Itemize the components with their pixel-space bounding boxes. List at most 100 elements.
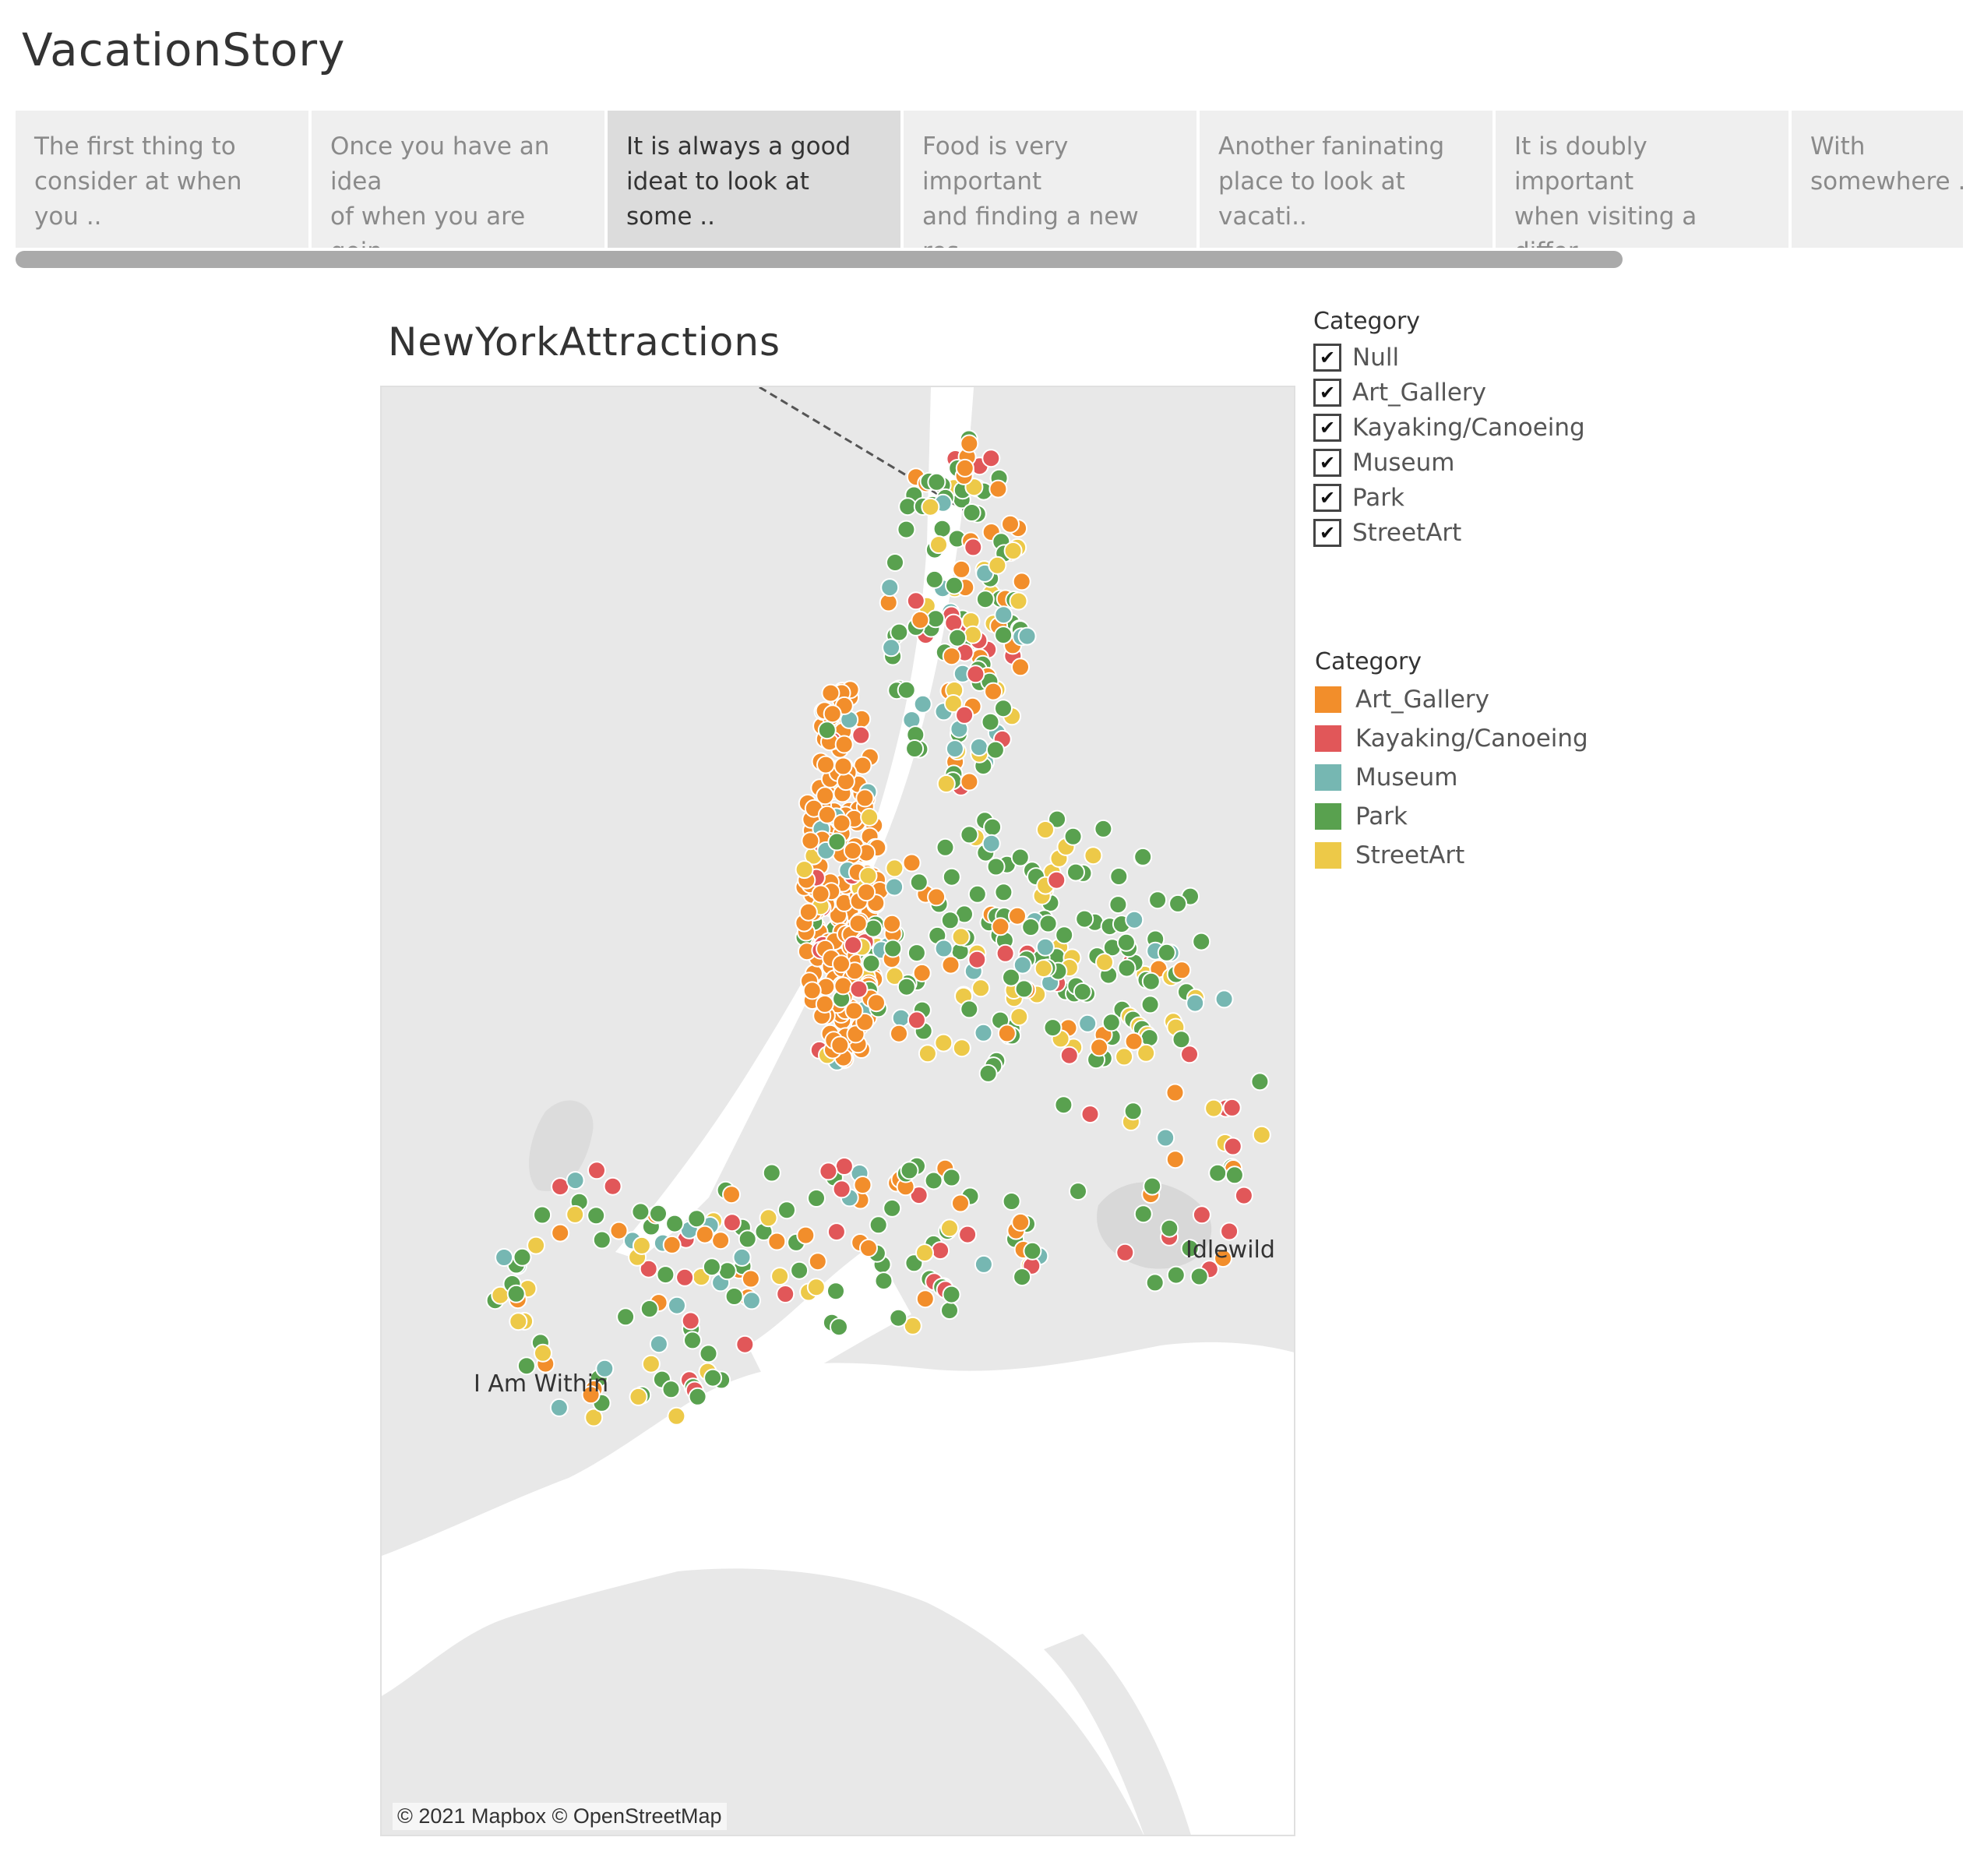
attraction-marker xyxy=(927,472,946,492)
filter-option-label: Museum xyxy=(1352,448,1455,477)
checkbox[interactable]: ✔ xyxy=(1313,413,1341,442)
legend-item-art-gallery[interactable]: Art_Gallery xyxy=(1315,680,1588,719)
story-points-navigator: The first thing to consider at when you … xyxy=(16,111,1963,248)
attraction-marker xyxy=(988,479,1008,499)
map-title: NewYorkAttractions xyxy=(388,319,781,365)
attraction-marker xyxy=(821,683,840,703)
attraction-marker xyxy=(1186,993,1205,1013)
legend-swatch xyxy=(1315,842,1341,869)
filter-option-art-gallery[interactable]: ✔ Art_Gallery xyxy=(1313,375,1585,410)
attraction-marker xyxy=(1084,846,1103,866)
attraction-marker xyxy=(890,1024,908,1043)
attraction-marker xyxy=(909,873,929,892)
filter-option-park[interactable]: ✔ Park xyxy=(1313,480,1585,515)
filter-option-label: StreetArt xyxy=(1352,518,1462,547)
attraction-marker xyxy=(1095,953,1114,972)
attraction-marker xyxy=(948,628,967,647)
filter-option-streetart[interactable]: ✔ StreetArt xyxy=(1313,515,1585,550)
attraction-marker xyxy=(770,1267,790,1286)
story-point-tab-6[interactable]: It is doubly important when visiting a d… xyxy=(1496,111,1788,248)
legend-item-streetart[interactable]: StreetArt xyxy=(1315,836,1588,875)
attraction-marker xyxy=(1023,1241,1042,1261)
attraction-marker xyxy=(907,1010,926,1030)
attraction-marker xyxy=(1038,914,1058,933)
story-point-tab-1[interactable]: The first thing to consider at when you … xyxy=(16,111,308,248)
attraction-marker xyxy=(902,853,922,873)
checkbox[interactable]: ✔ xyxy=(1313,378,1341,407)
attraction-marker xyxy=(1222,1098,1242,1117)
attraction-marker xyxy=(533,1205,552,1225)
attraction-marker xyxy=(616,1307,636,1327)
attraction-marker xyxy=(900,1161,919,1180)
attraction-marker xyxy=(629,1387,648,1406)
legend-swatch xyxy=(1315,725,1341,752)
attraction-marker xyxy=(1148,890,1168,910)
attraction-marker xyxy=(1109,867,1129,886)
attraction-marker xyxy=(722,1213,742,1232)
map-label-idlewild: Idlewild xyxy=(1186,1236,1275,1264)
attraction-marker xyxy=(925,570,944,589)
attraction-marker xyxy=(905,739,925,758)
attraction-marker xyxy=(1009,591,1028,611)
attraction-marker xyxy=(915,1289,935,1309)
attraction-marker xyxy=(1252,1125,1271,1144)
legend-item-museum[interactable]: Museum xyxy=(1315,758,1588,797)
scrollbar-thumb[interactable] xyxy=(16,251,1623,268)
attraction-marker xyxy=(882,638,901,658)
legend-title: Category xyxy=(1315,648,1422,675)
map-attribution: © 2021 Mapbox © OpenStreetMap xyxy=(393,1803,727,1830)
attraction-marker xyxy=(802,981,822,1000)
attractions-map[interactable]: Idlewild I Am Within © 2021 Mapbox © Ope… xyxy=(380,386,1295,1836)
attraction-marker xyxy=(967,950,987,969)
attraction-marker xyxy=(844,936,863,954)
story-title: VacationStory xyxy=(22,23,346,76)
map-canvas[interactable] xyxy=(382,387,1295,1836)
story-point-tab-4[interactable]: Food is very important and finding a new… xyxy=(904,111,1196,248)
attraction-marker xyxy=(1165,1083,1185,1102)
attraction-marker xyxy=(967,884,987,904)
attraction-marker xyxy=(667,1406,686,1426)
attraction-marker xyxy=(897,680,916,700)
attraction-marker xyxy=(931,1241,950,1261)
attraction-marker xyxy=(857,883,876,902)
filter-option-museum[interactable]: ✔ Museum xyxy=(1313,445,1585,480)
story-scrollbar[interactable] xyxy=(16,251,1651,268)
story-point-tab-2[interactable]: Once you have an idea of when you are go… xyxy=(312,111,604,248)
attraction-marker xyxy=(815,994,834,1014)
attraction-marker xyxy=(662,1235,682,1254)
checkbox[interactable]: ✔ xyxy=(1313,483,1341,512)
attraction-marker xyxy=(1063,827,1083,846)
attraction-marker xyxy=(883,939,903,958)
attraction-marker xyxy=(958,1225,978,1244)
attraction-marker xyxy=(796,1225,816,1245)
attraction-marker xyxy=(952,559,971,579)
attraction-marker xyxy=(724,1287,744,1306)
attraction-marker xyxy=(549,1398,569,1417)
attraction-marker xyxy=(1101,1013,1121,1032)
story-point-tab-7[interactable]: With somewhere .. xyxy=(1792,111,1963,248)
checkbox[interactable]: ✔ xyxy=(1313,518,1341,547)
attraction-marker xyxy=(509,1312,528,1331)
attraction-marker xyxy=(1069,1182,1087,1201)
attraction-marker xyxy=(984,682,1003,701)
attraction-marker xyxy=(1140,1028,1159,1048)
story-point-caption: The first thing to consider at when you … xyxy=(34,132,242,231)
legend-item-kayaking-canoeing[interactable]: Kayaking/Canoeing xyxy=(1315,719,1588,758)
story-point-tab-5[interactable]: Another faninating place to look at vaca… xyxy=(1200,111,1492,248)
attraction-marker xyxy=(983,817,1003,837)
attraction-marker xyxy=(641,1354,661,1374)
attraction-marker xyxy=(1108,895,1128,915)
legend-item-park[interactable]: Park xyxy=(1315,797,1588,836)
attraction-marker xyxy=(951,1194,970,1213)
attraction-marker xyxy=(1010,848,1030,867)
attraction-marker xyxy=(885,859,904,878)
filter-option-null[interactable]: ✔ Null xyxy=(1313,340,1585,375)
filter-option-kayaking-canoeing[interactable]: ✔ Kayaking/Canoeing xyxy=(1313,410,1585,445)
attraction-marker xyxy=(927,887,946,907)
checkbox[interactable]: ✔ xyxy=(1313,343,1341,372)
attraction-marker xyxy=(656,1265,675,1285)
attraction-marker xyxy=(640,1299,659,1318)
attraction-marker xyxy=(929,535,948,555)
story-point-tab-3[interactable]: It is always a good ideat to look at som… xyxy=(608,111,900,248)
checkbox[interactable]: ✔ xyxy=(1313,448,1341,477)
